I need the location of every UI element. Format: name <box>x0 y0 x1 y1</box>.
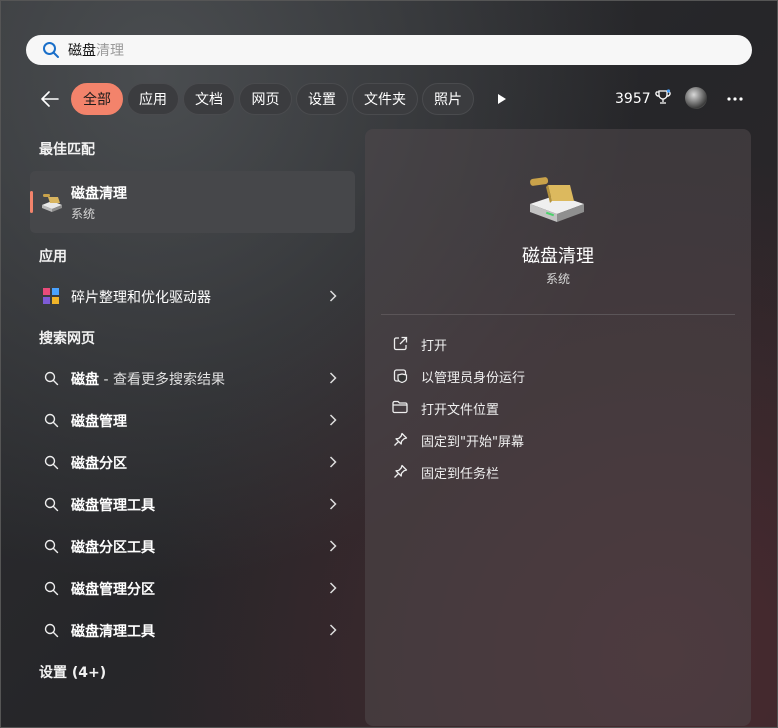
chevron-right-icon[interactable] <box>326 370 340 386</box>
chevron-right-icon[interactable] <box>326 454 340 470</box>
action-label: 以管理员身份运行 <box>421 371 526 386</box>
folder-icon <box>391 398 409 416</box>
points-value: 3957 <box>615 91 651 107</box>
chevron-right-icon[interactable] <box>326 412 340 428</box>
detail-panel: 磁盘清理 系统 打开 以管理员身份运行 打开文件位置 固定到"开始"屏幕 固定到… <box>365 129 751 726</box>
open-external-icon <box>391 334 409 352</box>
action-open[interactable]: 打开 <box>391 330 731 356</box>
search-icon <box>42 453 60 471</box>
tab-all[interactable]: 全部 <box>71 83 123 115</box>
avatar[interactable] <box>685 87 707 109</box>
search-box[interactable]: 磁盘 清理 <box>26 35 752 65</box>
action-open-file-location[interactable]: 打开文件位置 <box>391 394 731 420</box>
settings-heading: 设置 (4+) <box>39 665 107 681</box>
chevron-right-icon[interactable] <box>326 580 340 596</box>
divider <box>381 314 735 315</box>
search-icon <box>42 495 60 513</box>
web-result-label: 磁盘 - 查看更多搜索结果 <box>71 369 225 389</box>
back-arrow-icon[interactable] <box>38 87 62 111</box>
tab-folders[interactable]: 文件夹 <box>352 83 418 115</box>
web-result-label: 磁盘管理工具 <box>71 495 155 515</box>
defrag-app-icon <box>42 287 60 305</box>
search-icon <box>42 537 60 555</box>
chevron-right-icon[interactable] <box>326 622 340 638</box>
apps-heading: 应用 <box>39 249 67 265</box>
web-result-label: 磁盘分区工具 <box>71 537 155 557</box>
rewards-points[interactable]: 3957 <box>615 89 671 109</box>
pin-icon <box>391 430 409 448</box>
search-icon <box>42 621 60 639</box>
best-match-heading: 最佳匹配 <box>39 142 95 158</box>
best-match-title: 磁盘清理 <box>71 186 127 202</box>
action-label: 打开文件位置 <box>421 403 500 418</box>
action-run-as-admin[interactable]: 以管理员身份运行 <box>391 362 731 388</box>
list-item-defrag[interactable]: 碎片整理和优化驱动器 <box>30 276 355 316</box>
web-result-query: 磁盘管理分区 <box>71 582 155 598</box>
web-search-result[interactable]: 磁盘管理 <box>30 400 355 440</box>
web-result-suffix: - 查看更多搜索结果 <box>99 372 225 388</box>
search-icon <box>42 579 60 597</box>
web-result-label: 磁盘清理工具 <box>71 621 155 641</box>
tab-settings[interactable]: 设置 <box>296 83 348 115</box>
tab-photos[interactable]: 照片 <box>422 83 474 115</box>
search-icon <box>40 39 62 61</box>
action-pin-to-taskbar[interactable]: 固定到任务栏 <box>391 458 731 484</box>
chevron-right-icon[interactable] <box>326 288 340 304</box>
web-result-query: 磁盘清理工具 <box>71 624 155 640</box>
detail-title: 磁盘清理 <box>522 246 594 267</box>
search-icon <box>42 369 60 387</box>
search-icon <box>42 411 60 429</box>
play-more-tabs-icon[interactable] <box>492 89 512 109</box>
detail-subtitle: 系统 <box>545 272 570 286</box>
tab-web[interactable]: 网页 <box>239 83 292 115</box>
web-result-label: 磁盘分区 <box>71 453 127 473</box>
search-query[interactable]: 磁盘 <box>68 40 96 60</box>
disk-cleanup-icon <box>40 191 64 213</box>
tab-apps[interactable]: 应用 <box>127 83 179 115</box>
web-result-query: 磁盘分区工具 <box>71 540 155 556</box>
pin-icon <box>391 462 409 480</box>
web-search-result[interactable]: 磁盘分区 <box>30 442 355 482</box>
more-options-icon[interactable] <box>724 89 746 109</box>
web-result-query: 磁盘 <box>71 372 99 388</box>
web-search-result[interactable]: 磁盘管理工具 <box>30 484 355 524</box>
web-search-result[interactable]: 磁盘 - 查看更多搜索结果 <box>30 358 355 398</box>
action-label: 固定到任务栏 <box>421 467 500 482</box>
web-result-query: 磁盘管理工具 <box>71 498 155 514</box>
list-item-label: 碎片整理和优化驱动器 <box>71 290 211 306</box>
shield-admin-icon <box>391 366 409 384</box>
web-result-query: 磁盘分区 <box>71 456 127 472</box>
filter-bar: 全部 应用 文档 网页 设置 文件夹 照片 3957 <box>36 83 756 115</box>
chevron-right-icon[interactable] <box>326 496 340 512</box>
web-search-heading: 搜索网页 <box>39 331 95 347</box>
web-result-label: 磁盘管理 <box>71 411 127 431</box>
best-match-item[interactable]: 磁盘清理 系统 <box>30 171 355 233</box>
disk-cleanup-large-icon <box>526 174 588 224</box>
web-result-query: 磁盘管理 <box>71 414 127 430</box>
tab-documents[interactable]: 文档 <box>183 83 235 115</box>
chevron-right-icon[interactable] <box>326 538 340 554</box>
action-pin-to-start[interactable]: 固定到"开始"屏幕 <box>391 426 731 452</box>
action-label: 打开 <box>421 339 448 354</box>
web-search-result[interactable]: 磁盘分区工具 <box>30 526 355 566</box>
trophy-icon <box>654 89 671 109</box>
web-search-result[interactable]: 磁盘管理分区 <box>30 568 355 608</box>
search-autocomplete: 清理 <box>96 43 124 59</box>
best-match-subtitle: 系统 <box>71 207 96 221</box>
action-label: 固定到"开始"屏幕 <box>421 435 524 450</box>
web-search-result[interactable]: 磁盘清理工具 <box>30 610 355 650</box>
web-result-label: 磁盘管理分区 <box>71 579 155 599</box>
selection-indicator <box>30 191 33 213</box>
